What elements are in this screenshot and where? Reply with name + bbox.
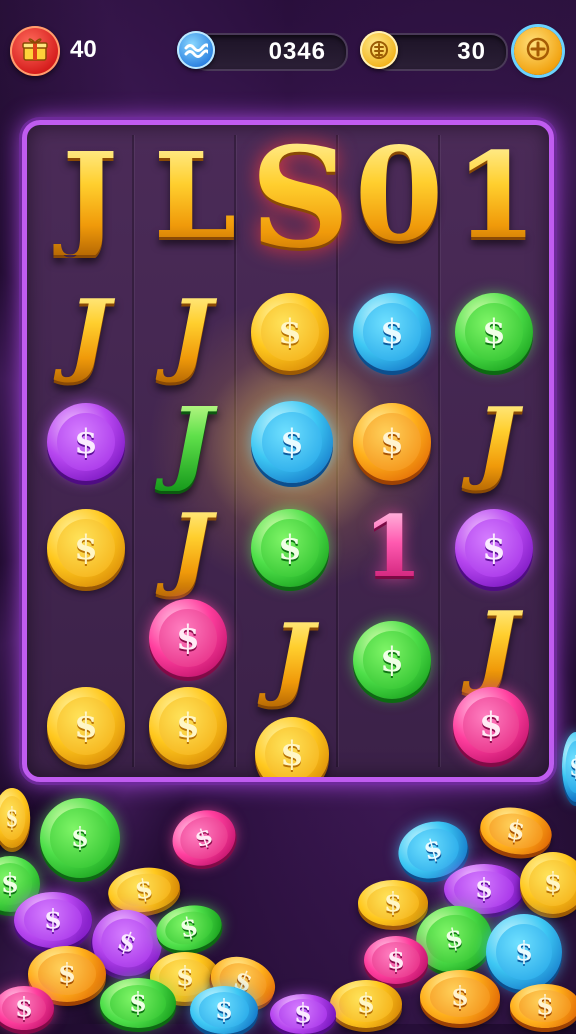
gold-coin-icon	[360, 31, 398, 69]
coin-pile: $ $ $ $ $ $ $ $ $ $ $ $ $ $ $ $ $ $ $ $ …	[0, 732, 576, 1034]
dollar-sign: $	[363, 303, 421, 361]
add-coins-button[interactable]	[514, 27, 562, 75]
pile-coin: $	[520, 852, 576, 914]
blue-coin-tile[interactable]: $	[251, 401, 333, 483]
top-bar: 40 0346 30	[0, 0, 576, 100]
dollar-sign: $	[462, 696, 520, 754]
pile-coin: $	[190, 986, 258, 1034]
pile-coin: $	[358, 880, 428, 926]
pile-coin: $	[486, 914, 562, 990]
pile-coin: $	[28, 946, 106, 1002]
title-letter: L	[145, 137, 245, 255]
pile-coin: $	[100, 978, 176, 1028]
j-tile[interactable]: J	[457, 391, 537, 491]
pile-coin: $	[270, 994, 336, 1034]
pink-coin-tile[interactable]: $	[453, 687, 529, 763]
pile-coin: $	[164, 801, 244, 875]
gift-icon	[20, 34, 50, 68]
dollar-sign: $	[363, 413, 421, 471]
dollar-sign: $	[261, 411, 323, 473]
j-tile[interactable]: J	[49, 283, 129, 383]
pile-coin: $	[203, 948, 283, 1016]
dollar-sign: $	[363, 631, 421, 689]
plus-icon	[525, 36, 551, 66]
game-board: J L S 0 1 J J $ $ $ $ J $ $ J $ J $ 1 $ …	[22, 120, 554, 782]
pink-one-tile[interactable]: 1	[353, 501, 433, 593]
title-letter: 0	[349, 131, 449, 259]
dollar-sign: $	[159, 697, 217, 755]
blue-coin-tile[interactable]: $	[353, 293, 431, 371]
pink-coin-tile[interactable]: $	[149, 599, 227, 677]
title-letter: S	[245, 129, 355, 267]
j-tile[interactable]: J	[253, 607, 333, 707]
gift-button[interactable]	[10, 26, 60, 76]
pile-coin: $	[391, 813, 475, 887]
dollar-sign: $	[57, 697, 115, 755]
green-coin-tile[interactable]: $	[353, 621, 431, 699]
gift-count: 40	[70, 36, 97, 63]
pile-coin: $	[444, 864, 524, 914]
title-letter: 1	[451, 137, 541, 255]
pile-coin: $	[410, 899, 498, 979]
dollar-sign: $	[465, 303, 523, 361]
wave-gem-icon	[177, 31, 215, 69]
j-tile[interactable]: J	[151, 283, 231, 383]
pile-coin: $	[105, 863, 183, 917]
green-coin-tile[interactable]: $	[455, 293, 533, 371]
j-tile[interactable]: J	[457, 595, 537, 695]
pile-coin: $	[0, 788, 31, 848]
pile-coin: $	[152, 899, 226, 957]
pile-coin: $	[510, 984, 576, 1028]
dollar-sign: $	[57, 519, 115, 577]
green-j-tile[interactable]: J	[151, 391, 231, 491]
gems-value: 0346	[268, 38, 326, 65]
pile-coin: $	[364, 936, 428, 984]
pile-coin: $	[14, 892, 92, 948]
pile-coin: $	[150, 952, 220, 1002]
pile-coin: $	[82, 900, 172, 986]
pile-coin: $	[476, 802, 556, 860]
dollar-sign: $	[261, 519, 319, 577]
gold-coin-tile[interactable]: $	[149, 687, 227, 765]
pile-coin: $	[0, 856, 40, 912]
pile-coin: $	[562, 732, 576, 802]
gold-coin-tile[interactable]: $	[47, 509, 125, 587]
dollar-sign: $	[465, 519, 523, 577]
purple-coin-tile[interactable]: $	[47, 403, 125, 481]
green-coin-tile[interactable]: $	[251, 509, 329, 587]
dollar-sign: $	[261, 303, 319, 361]
gold-coin-tile[interactable]: $	[255, 717, 329, 777]
pile-coin: $	[420, 970, 500, 1024]
gold-coin-tile[interactable]: $	[251, 293, 329, 371]
orange-coin-tile[interactable]: $	[353, 403, 431, 481]
dollar-sign: $	[57, 413, 115, 471]
title-letter: J	[45, 137, 135, 255]
pile-coin: $	[40, 798, 120, 878]
purple-coin-tile[interactable]: $	[455, 509, 533, 587]
dollar-sign: $	[159, 609, 217, 667]
dollar-sign: $	[264, 726, 320, 777]
pile-coin: $	[0, 986, 54, 1030]
coins-value: 30	[457, 38, 486, 65]
gold-coin-tile[interactable]: $	[47, 687, 125, 765]
j-tile[interactable]: J	[151, 497, 231, 597]
pile-coin: $	[330, 980, 402, 1028]
